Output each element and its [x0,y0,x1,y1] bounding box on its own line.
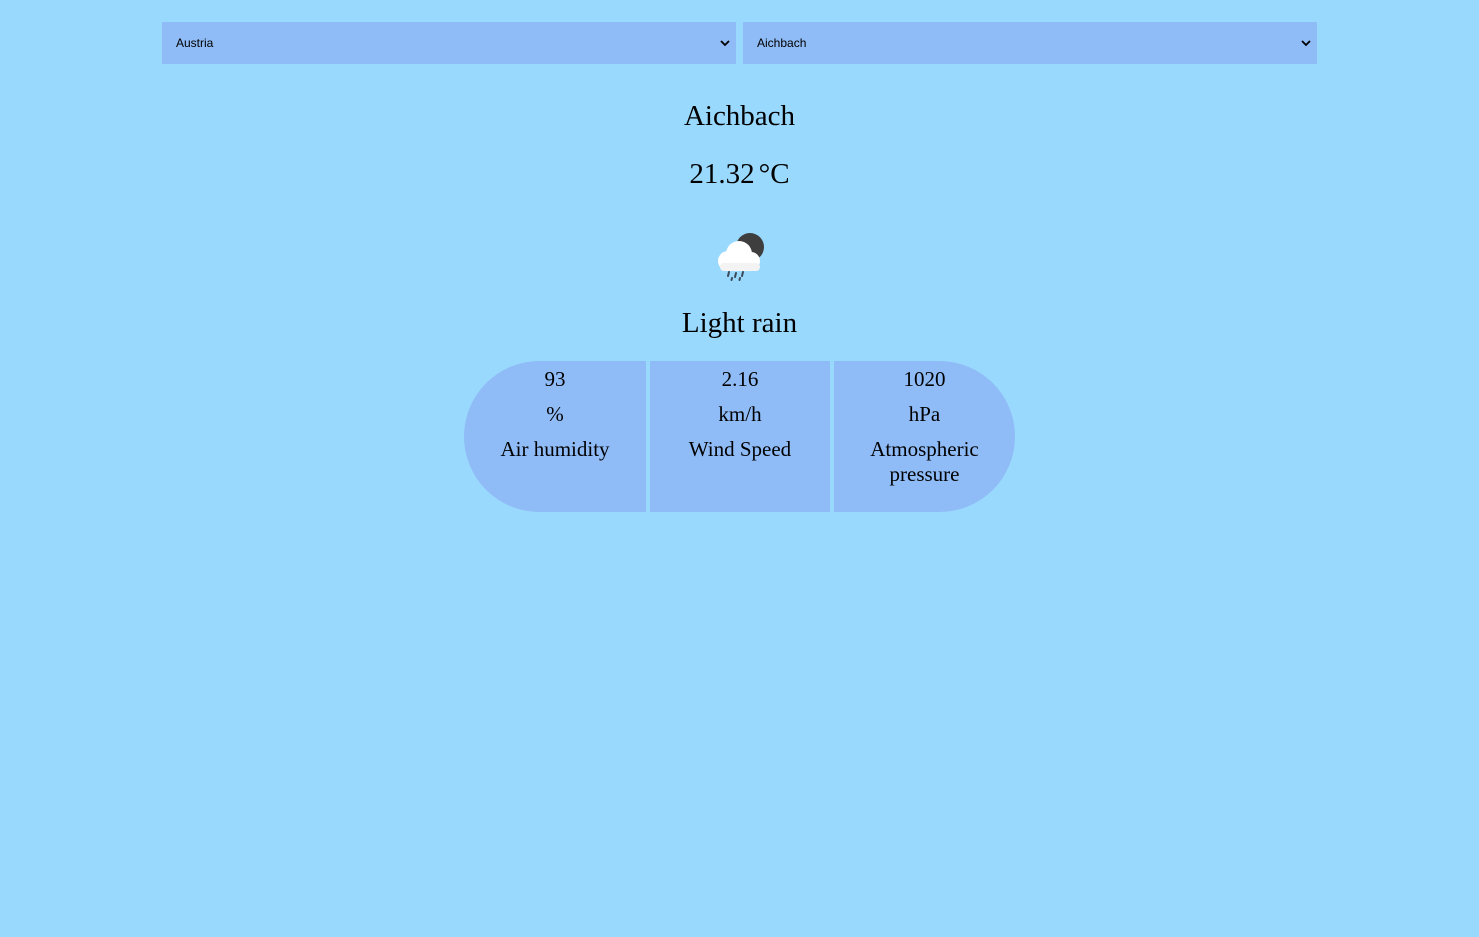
temperature-unit: °C [758,158,790,190]
city-select-value: Aichbach [757,36,807,50]
pressure-value: 1020 [903,367,946,391]
chevron-down-icon [1301,38,1311,48]
chevron-down-icon [720,38,730,48]
humidity-label: Air humidity [500,437,610,461]
city-name: Aichbach [683,100,796,132]
pressure-label: Atmospheric pressure [870,437,979,486]
rain-cloud-moon-icon [712,230,768,284]
country-select-value: Austria [176,36,214,50]
weather-condition: Light rain [681,307,798,339]
pressure-panel: 1020 hPa Atmospheric pressure [834,361,1015,512]
wind-panel: 2.16 km/h Wind Speed [650,361,830,512]
city-select[interactable]: Aichbach [743,22,1317,64]
temperature: 21.32 °C [0,156,1479,192]
wind-value: 2.16 [721,367,759,391]
temperature-value: 21.32 [689,158,755,190]
wind-unit: km/h [718,402,762,426]
wind-label: Wind Speed [688,437,792,461]
country-select[interactable]: Austria [162,22,736,64]
pressure-unit: hPa [908,402,941,426]
humidity-value: 93 [544,367,566,391]
weather-stats: 93 % Air humidity 2.16 km/h Wind Speed 1… [464,361,1015,512]
humidity-panel: 93 % Air humidity [464,361,646,512]
humidity-unit: % [546,402,564,426]
location-selectors: Austria Aichbach [162,22,1317,64]
